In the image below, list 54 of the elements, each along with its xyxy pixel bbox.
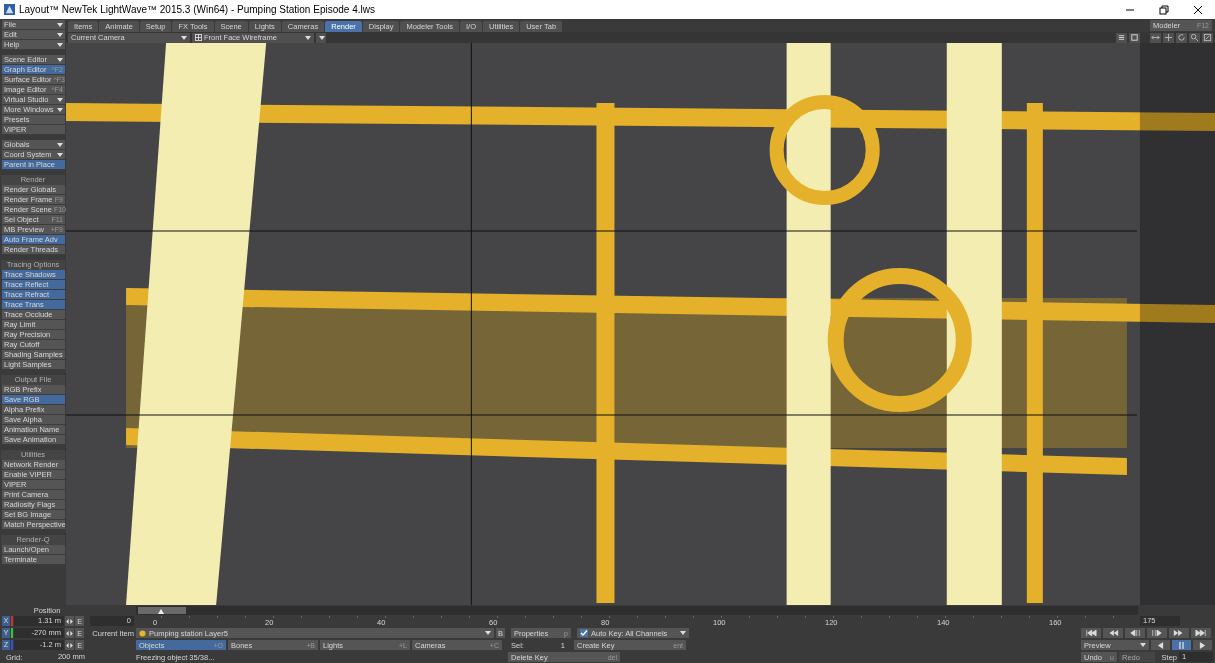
first-frame-button[interactable] xyxy=(1081,628,1101,638)
maximize-button[interactable] xyxy=(1202,32,1213,43)
caret-icon xyxy=(680,631,686,635)
next-key-button[interactable] xyxy=(1169,628,1189,638)
caret-icon xyxy=(319,35,325,40)
rotate-button[interactable] xyxy=(1176,32,1187,43)
arrows-icon xyxy=(66,630,73,636)
caret-icon xyxy=(57,57,63,62)
frame-icon xyxy=(1130,33,1139,42)
move-button[interactable] xyxy=(1163,32,1174,43)
step-back-icon xyxy=(1129,630,1141,636)
playback-button[interactable] xyxy=(1151,640,1170,650)
pause-icon xyxy=(1178,641,1185,649)
move-icon xyxy=(1164,33,1173,42)
caret-icon xyxy=(1140,643,1146,647)
arrows-button[interactable] xyxy=(65,628,74,638)
close-icon xyxy=(1193,4,1203,15)
rotate-icon xyxy=(1177,33,1186,42)
options-button[interactable] xyxy=(316,32,326,43)
step-back-button[interactable] xyxy=(1125,628,1145,638)
maximize-icon xyxy=(1203,33,1212,42)
previous-key-button[interactable] xyxy=(1103,628,1123,638)
skip-start-icon xyxy=(1085,630,1097,636)
zoom-button[interactable] xyxy=(1189,32,1200,43)
restore-icon xyxy=(1159,4,1169,15)
window-title: Layout™ NewTek LightWave™ 2015.3 (Win64) - Pumping Station Episode 4.lws xyxy=(19,4,375,15)
step-forward-icon xyxy=(1151,630,1163,636)
zoom-icon xyxy=(1190,33,1199,42)
checkbox[interactable] xyxy=(580,629,588,637)
skip-end-icon xyxy=(1195,630,1207,636)
arrows-icon xyxy=(66,642,73,648)
playback-button[interactable] xyxy=(1172,640,1191,650)
caret-icon xyxy=(485,631,491,635)
menu-icon xyxy=(1117,33,1126,42)
step-forward-button[interactable] xyxy=(1147,628,1167,638)
grid-icon xyxy=(195,34,202,41)
check-icon xyxy=(580,629,588,637)
play-icon xyxy=(1199,641,1206,649)
arrows-button[interactable] xyxy=(65,640,74,650)
pan-button[interactable] xyxy=(1150,32,1161,43)
caret-icon xyxy=(305,35,311,40)
frame-button[interactable] xyxy=(1129,32,1140,43)
arrows-button[interactable] xyxy=(65,616,74,626)
reverse-icon xyxy=(1157,641,1164,649)
fast-forward-icon xyxy=(1173,630,1185,636)
object-icon xyxy=(139,629,146,637)
arrows-icon xyxy=(66,618,73,624)
app-icon xyxy=(4,4,15,15)
playback-button[interactable] xyxy=(1193,640,1212,650)
rewind-icon xyxy=(1107,630,1119,636)
horizontal-arrows-icon xyxy=(1151,33,1160,42)
menu-button[interactable] xyxy=(1116,32,1127,43)
last-frame-button[interactable] xyxy=(1191,628,1211,638)
caret-icon xyxy=(181,35,187,40)
